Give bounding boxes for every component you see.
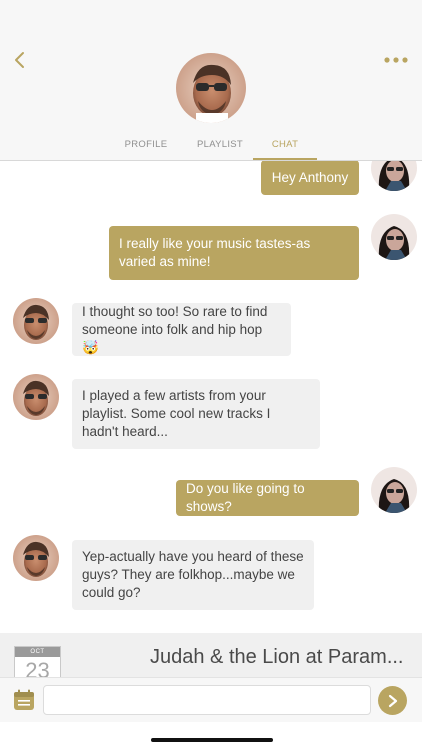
contact-avatar[interactable] (13, 535, 59, 581)
home-indicator (151, 738, 273, 742)
event-date-badge: OCT 23 (14, 646, 61, 677)
profile-avatar[interactable] (176, 53, 246, 123)
profile-header: PROFILE PLAYLIST CHAT (0, 0, 422, 161)
my-avatar[interactable] (371, 161, 417, 191)
back-button[interactable] (8, 48, 32, 72)
message-text: I thought so too! So rare to find someon… (82, 303, 268, 355)
tab-playlist[interactable]: PLAYLIST (185, 135, 255, 160)
message-text: I really like your music tastes-as varie… (119, 236, 311, 269)
chat-thread[interactable]: Hey Anthony I really like your music tas… (0, 161, 422, 633)
chevron-left-icon (15, 52, 24, 68)
event-card[interactable]: OCT 23 Judah & the Lion at Param... (0, 633, 422, 677)
calendar-icon (14, 689, 34, 710)
tab-chat[interactable]: CHAT (253, 135, 317, 160)
more-dots-icon (384, 57, 408, 63)
message-bubble-incoming: I played a few artists from your playlis… (72, 379, 320, 449)
message-bubble-outgoing: Do you like going to shows? (176, 480, 359, 516)
message-text: I played a few artists from your playlis… (82, 388, 271, 439)
message-text: Yep-actually have you heard of these guy… (82, 549, 304, 600)
event-day: 23 (25, 658, 50, 677)
message-composer (0, 677, 422, 722)
event-month: OCT (15, 647, 60, 657)
message-bubble-incoming: Yep-actually have you heard of these guy… (72, 540, 314, 610)
message-text: Do you like going to shows? (186, 481, 305, 514)
calendar-button[interactable] (13, 689, 35, 711)
send-arrow-icon (388, 694, 397, 707)
message-text: Hey Anthony (271, 169, 349, 185)
contact-avatar[interactable] (13, 298, 59, 344)
message-bubble-incoming: I thought so too! So rare to find someon… (72, 303, 291, 356)
my-avatar[interactable] (371, 467, 417, 513)
more-options-button[interactable] (382, 50, 410, 70)
my-avatar[interactable] (371, 214, 417, 260)
message-bubble-outgoing: Hey Anthony (261, 161, 359, 195)
contact-avatar[interactable] (13, 374, 59, 420)
send-button[interactable] (378, 686, 407, 715)
profile-tabs: PROFILE PLAYLIST CHAT (0, 135, 422, 160)
tab-profile[interactable]: PROFILE (111, 135, 181, 160)
message-input[interactable] (43, 685, 371, 715)
event-title: Judah & the Lion at Param... (150, 646, 404, 668)
message-bubble-outgoing: I really like your music tastes-as varie… (109, 226, 359, 280)
